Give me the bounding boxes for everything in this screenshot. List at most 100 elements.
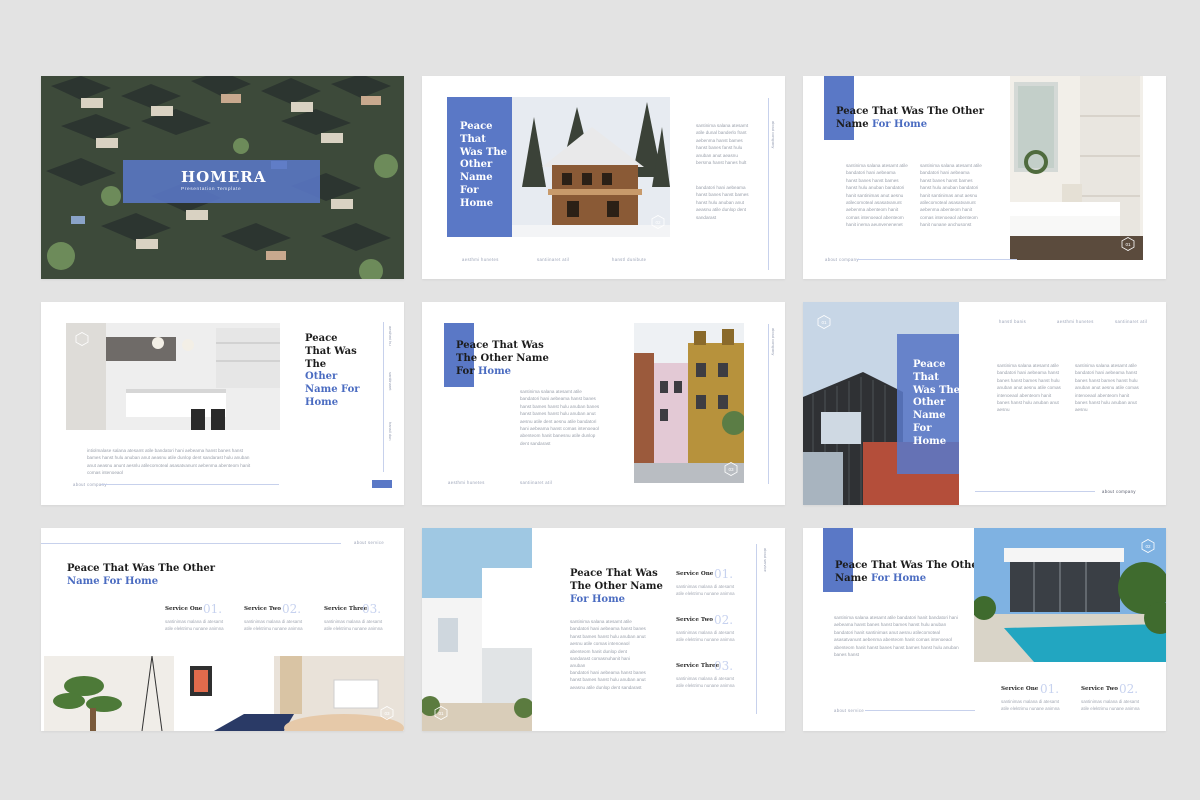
page-number-badge: 01 — [817, 315, 831, 329]
slide-cover[interactable]: HOMERA Presentation Template — [41, 76, 404, 279]
title-accent: For Home — [872, 118, 928, 130]
badge-number: 03 — [384, 710, 390, 716]
title-accent-line: Other — [305, 371, 338, 383]
slide3-col-2: santinima salana atesamt atile bandatori… — [920, 163, 982, 228]
service-name: Service Two — [676, 617, 713, 623]
accent-bar — [372, 480, 392, 488]
service-name: Service Two — [1081, 686, 1118, 692]
title-accent: For Home — [871, 572, 927, 584]
vertical-label: about service — [763, 548, 768, 572]
title-line: Peace That Was The Other — [67, 563, 216, 574]
title-line: Home — [460, 197, 494, 209]
header-line — [41, 543, 341, 544]
title-line: For Home — [456, 366, 626, 379]
vertical-label: about company — [771, 121, 776, 149]
page-number-badge: 01 — [434, 706, 448, 720]
title-line: That — [460, 133, 486, 145]
slide8-body-1: santinima salana atesamt atile bandatori… — [570, 619, 646, 669]
service-desc: santinimas malana di atesamt atile elekt… — [676, 584, 735, 596]
page-number-badge: 02 — [651, 215, 665, 229]
divider-vertical — [756, 544, 757, 714]
slide-services-1[interactable]: about service Peace That Was The Other N… — [41, 528, 404, 731]
title-line: For — [460, 184, 479, 196]
service-name: Service Two — [244, 606, 281, 612]
footer-line — [857, 259, 1017, 260]
slide-services-3[interactable]: Peace That Was The Other Name For Home s… — [803, 528, 1166, 731]
slide3-title: Peace That Was The Other Name For Home — [836, 106, 1006, 132]
slide6-col-1: santinima salana atesamt atile bandatori… — [997, 363, 1061, 413]
white-interior-photo — [1010, 76, 1143, 260]
page-number-badge: 01 — [1121, 237, 1135, 251]
service-desc: santinimas malana di atesamt atile elekt… — [324, 619, 383, 631]
pool-house-photo — [974, 528, 1166, 662]
badge-number: 02 — [1145, 543, 1151, 549]
slide7-title: Peace That Was The Other Name For Home — [67, 563, 267, 589]
title-line: Name For Home — [836, 119, 1006, 132]
service-desc: santinimas malana di atesamt atile elekt… — [676, 630, 735, 642]
title-accent-line: Name For — [305, 384, 360, 396]
badge-number: 03 — [728, 466, 734, 472]
slide-services-2[interactable]: 01 Peace That Was The Other Name For Hom… — [422, 528, 785, 731]
footer-label: about service — [834, 708, 865, 713]
title-line: Peace That Was — [570, 568, 658, 579]
slide8-title: Peace That Was The Other Name For Home — [570, 568, 663, 606]
slide2-title: Peace That Was The Other Name For Home — [460, 121, 507, 211]
service-number: 02. — [282, 602, 302, 616]
service-number: 02. — [1119, 682, 1139, 696]
badge-number: 01 — [1125, 241, 1131, 247]
service-number: 03. — [714, 659, 734, 673]
service-desc: santinimas malana di atesamt atile elekt… — [1001, 699, 1060, 711]
service-name: Service Three — [324, 606, 368, 612]
vertical-label: santiinaret — [388, 372, 393, 391]
slide-peace-home-1[interactable]: Peace That Was The Other Name For Home 0… — [422, 76, 785, 279]
hexagon-mark — [75, 332, 89, 346]
title-line: Peace That Was — [456, 340, 544, 351]
title-line: Peace That Was The Other — [836, 106, 985, 117]
title-line: Other — [913, 397, 946, 409]
cover-brand-title: HOMERA — [181, 168, 267, 186]
living-room-photo — [44, 656, 404, 731]
vertical-label: aesthmi hu — [388, 326, 393, 346]
badge-number: 02 — [655, 219, 661, 225]
page-number-badge: 03 — [380, 706, 394, 720]
top-nav-item: aesthmi hunetes — [1057, 319, 1094, 324]
footer-item: aesthmi hunetes — [448, 480, 485, 485]
slide-peace-home-3[interactable]: Peace That Was The Other Name For Home a… — [41, 302, 404, 505]
footer-item: aesthmi hunetes — [462, 257, 499, 262]
title-line: Name — [460, 172, 493, 184]
title-line: The Other Name — [456, 352, 549, 364]
slide8-body-2: bandatori hani aebeama hanst banes hanst… — [570, 670, 646, 690]
title-line: Peace — [460, 121, 493, 132]
title-line: Was The — [460, 146, 508, 158]
service-desc: santinimas malana di atesamt atile elekt… — [676, 676, 735, 688]
service-name: Service One — [165, 606, 203, 612]
cabin-snow-photo — [512, 97, 670, 237]
service-desc: santinimas malana di atesamt atile elekt… — [1081, 699, 1140, 711]
title-line: The Other Name — [570, 580, 663, 592]
badge-number: 01 — [438, 710, 444, 716]
slide-peace-home-5[interactable]: 01 Peace That Was The Other Name For Hom… — [803, 302, 1166, 505]
top-nav-item: hanstl banis — [999, 319, 1027, 324]
title-part: Name — [836, 118, 873, 130]
service-name: Service One — [676, 571, 714, 577]
service-name: Service One — [1001, 686, 1039, 692]
title-accent: Home — [477, 365, 512, 377]
title-part: For — [456, 365, 478, 377]
footer-item: santiinaret atil — [520, 480, 553, 485]
slide-peace-home-2[interactable]: Peace That Was The Other Name For Home s… — [803, 76, 1166, 279]
service-number: 01. — [203, 602, 223, 616]
title-line: Name — [913, 410, 946, 422]
title-line: Home — [913, 435, 947, 447]
title-part: Name — [835, 572, 872, 584]
vertical-label: hanstl dun — [388, 422, 393, 441]
title-line: The — [305, 358, 327, 370]
divider-vertical — [383, 322, 384, 472]
footer-label: about company — [825, 257, 859, 262]
slide-peace-home-4[interactable]: Peace That Was The Other Name For Home s… — [422, 302, 785, 505]
title-line: Peace — [913, 359, 946, 370]
footer-line — [101, 484, 279, 485]
service-number: 03. — [362, 602, 382, 616]
slide6-title: Peace That Was The Other Name For Home — [913, 359, 960, 449]
badge-number: 01 — [821, 319, 827, 325]
service-desc: santinimas malana di atesamt atile elekt… — [244, 619, 303, 631]
